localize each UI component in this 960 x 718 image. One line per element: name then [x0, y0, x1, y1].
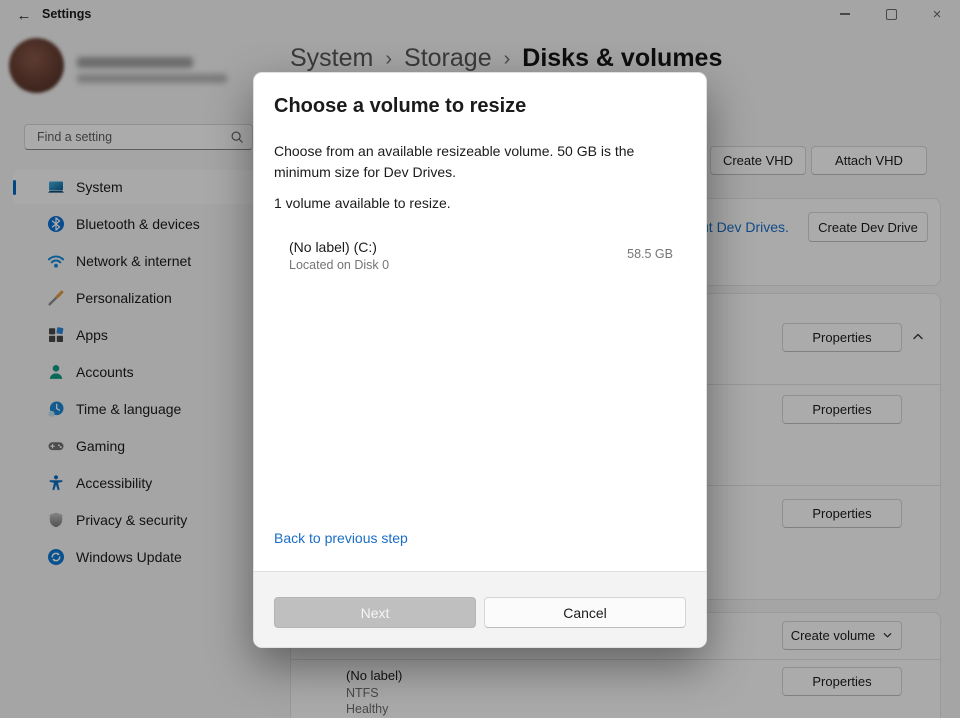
dialog-footer: Next Cancel — [254, 571, 706, 647]
dialog-availability-text: 1 volume available to resize. — [274, 195, 451, 211]
dialog-description: Choose from an available resizeable volu… — [274, 141, 688, 183]
next-button[interactable]: Next — [274, 597, 476, 628]
volume-name: (No label) (C:) — [289, 239, 377, 255]
volume-location: Located on Disk 0 — [289, 258, 389, 272]
cancel-button[interactable]: Cancel — [484, 597, 686, 628]
settings-window: ← Settings × System Bluetooth & device — [0, 0, 960, 718]
next-label: Next — [361, 605, 390, 621]
resize-volume-dialog: Choose a volume to resize Choose from an… — [253, 72, 707, 648]
back-to-previous-step-link[interactable]: Back to previous step — [274, 530, 408, 546]
dialog-title: Choose a volume to resize — [274, 95, 526, 118]
volume-list-item[interactable]: (No label) (C:) Located on Disk 0 58.5 G… — [266, 233, 694, 281]
volume-size: 58.5 GB — [627, 247, 673, 261]
cancel-label: Cancel — [563, 605, 607, 621]
